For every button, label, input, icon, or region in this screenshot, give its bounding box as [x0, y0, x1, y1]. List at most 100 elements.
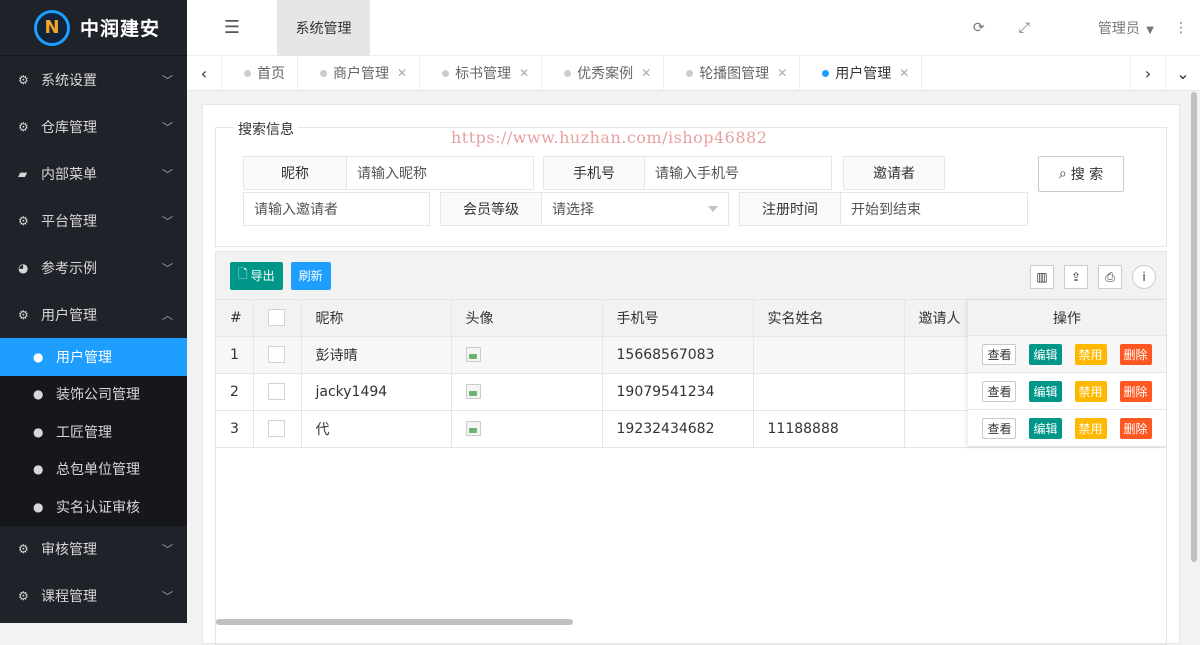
- disable-button[interactable]: 禁用: [1074, 343, 1107, 365]
- sidebar-subitem-realname-review[interactable]: ● 实名认证审核: [0, 488, 187, 526]
- edit-button[interactable]: 编辑: [1029, 417, 1062, 439]
- chevron-down-icon: ﹀: [162, 543, 173, 556]
- tab-users[interactable]: 用户管理 ✕: [800, 55, 923, 91]
- export-button[interactable]: 🗋 导出: [230, 261, 283, 290]
- user-icon: ●: [33, 387, 44, 402]
- sidebar: N 中润建安 ⚙ 系统设置 ﹀ ⚙ 仓库管理 ﹀ ▰ 内部菜单 ﹀ ⚙ 平台管理 ﹀ ◕ 参考示例…: [0, 0, 187, 623]
- cell-phone: 19079541234: [602, 373, 754, 411]
- export-table-icon[interactable]: ⇪: [1064, 265, 1088, 289]
- cell-avatar: [451, 336, 603, 374]
- logo-mark: N: [34, 9, 70, 46]
- file-icon: 🗋: [238, 267, 248, 281]
- sidebar-subitem-users[interactable]: ● 用户管理: [0, 338, 187, 376]
- columns-filter-icon[interactable]: ▥: [1030, 265, 1054, 289]
- disable-button[interactable]: 禁用: [1074, 380, 1107, 402]
- chevron-up-icon: ︿: [162, 308, 173, 322]
- nickname-input[interactable]: 请输入昵称: [347, 156, 534, 190]
- table-toolbar: 🗋 导出 刷新 ▥ ⇪ ⎙ i: [216, 252, 1166, 300]
- user-table-panel: 🗋 导出 刷新 ▥ ⇪ ⎙ i # 昵称 头像 手机号 实名姓名 邀请人 1 彭…: [215, 251, 1167, 645]
- close-icon[interactable]: ✕: [777, 66, 787, 80]
- nickname-label: 昵称: [243, 156, 347, 190]
- sidebar-item-courses[interactable]: ⚙ 课程管理 ﹀: [0, 573, 187, 620]
- user-icon: ●: [33, 499, 44, 514]
- sidebar-item-review[interactable]: ⚙ 审核管理 ﹀: [0, 526, 187, 573]
- phone-input[interactable]: 请输入手机号: [645, 156, 832, 190]
- menu-toggle-icon[interactable]: ☰: [187, 0, 277, 56]
- gears-icon: ⚙: [18, 307, 29, 322]
- tab-carousel[interactable]: 轮播图管理 ✕: [664, 55, 801, 91]
- tab-dot: [320, 69, 327, 77]
- horizontal-scrollbar[interactable]: [216, 619, 573, 625]
- col-phone: 手机号: [602, 300, 754, 337]
- tabs-scroll-left-icon[interactable]: ‹: [187, 55, 222, 91]
- cell-avatar: [451, 410, 603, 448]
- select-all-checkbox[interactable]: [267, 309, 285, 327]
- tabs-scroll-right-icon[interactable]: ›: [1130, 55, 1165, 91]
- cell-select: [253, 336, 302, 374]
- refresh-button[interactable]: 刷新: [290, 261, 331, 290]
- tab-home[interactable]: 首页: [222, 55, 298, 91]
- inviter-input[interactable]: 请输入邀请者: [243, 192, 430, 226]
- sidebar-item-internal-menu[interactable]: ▰ 内部菜单 ﹀: [0, 150, 187, 197]
- sidebar-item-platform[interactable]: ⚙ 平台管理 ﹀: [0, 197, 187, 244]
- sidebar-subitem-label: 装饰公司管理: [56, 387, 140, 404]
- delete-button[interactable]: 删除: [1119, 417, 1152, 439]
- tab-bids[interactable]: 标书管理 ✕: [420, 55, 543, 91]
- edit-button[interactable]: 编辑: [1029, 343, 1062, 365]
- close-icon[interactable]: ✕: [397, 66, 407, 80]
- view-button[interactable]: 查看: [982, 343, 1017, 365]
- user-menu[interactable]: 管理员 ▼: [1064, 18, 1154, 38]
- module-tab-system[interactable]: 系统管理: [277, 0, 370, 56]
- row-actions: 查看 编辑 禁用 删除: [968, 373, 1166, 410]
- inviter-label: 邀请者: [843, 156, 945, 190]
- caret-down-icon: [708, 206, 718, 212]
- chevron-down-icon: ﹀: [162, 214, 173, 228]
- sidebar-item-examples[interactable]: ◕ 参考示例 ﹀: [0, 244, 187, 291]
- row-checkbox[interactable]: [267, 420, 285, 437]
- row-checkbox[interactable]: [267, 346, 285, 363]
- fullscreen-icon[interactable]: ⤢: [1019, 20, 1030, 36]
- cell-nickname: 彭诗晴: [301, 336, 452, 374]
- sidebar-item-user-management[interactable]: ⚙ 用户管理 ︿: [0, 291, 187, 338]
- print-icon[interactable]: ⎙: [1098, 265, 1122, 289]
- sidebar-item-warehouse[interactable]: ⚙ 仓库管理 ﹀: [0, 103, 187, 150]
- sidebar-subitem-decoration-companies[interactable]: ● 装饰公司管理: [0, 376, 187, 414]
- view-button[interactable]: 查看: [982, 380, 1017, 402]
- cell-select: [253, 410, 302, 448]
- close-icon[interactable]: ✕: [899, 66, 909, 80]
- sidebar-item-label: 系统设置: [41, 72, 97, 89]
- close-icon[interactable]: ✕: [519, 66, 529, 80]
- sidebar-item-system-settings[interactable]: ⚙ 系统设置 ﹀: [0, 56, 187, 103]
- info-icon[interactable]: i: [1132, 265, 1156, 289]
- tab-cases[interactable]: 优秀案例 ✕: [542, 55, 665, 91]
- view-button[interactable]: 查看: [982, 417, 1017, 439]
- disable-button[interactable]: 禁用: [1074, 417, 1107, 439]
- sidebar-item-label: 参考示例: [41, 260, 97, 277]
- search-legend: 搜索信息: [234, 119, 298, 139]
- refresh-icon[interactable]: ⟳: [973, 20, 985, 36]
- logo[interactable]: N 中润建安: [0, 0, 187, 56]
- regtime-range-input[interactable]: 开始到结束: [841, 192, 1028, 226]
- sidebar-item-label: 用户管理: [41, 307, 97, 324]
- tab-merchants[interactable]: 商户管理 ✕: [298, 55, 421, 91]
- delete-button[interactable]: 删除: [1119, 380, 1152, 402]
- close-icon[interactable]: ✕: [641, 66, 651, 80]
- edit-button[interactable]: 编辑: [1029, 380, 1062, 402]
- sidebar-subitem-craftsmen[interactable]: ● 工匠管理: [0, 413, 187, 451]
- gears-icon: ⚙: [18, 589, 29, 603]
- more-vertical-icon[interactable]: ⋮: [1174, 20, 1188, 36]
- sidebar-item-label: 平台管理: [41, 213, 97, 230]
- sidebar-subitem-contractors[interactable]: ● 总包单位管理: [0, 451, 187, 489]
- tab-label: 优秀案例: [577, 66, 634, 82]
- row-checkbox[interactable]: [267, 383, 285, 400]
- level-select[interactable]: 请选择: [542, 192, 729, 226]
- tab-label: 标书管理: [455, 66, 512, 82]
- sidebar-subitem-label: 用户管理: [56, 349, 112, 366]
- search-button[interactable]: ⌕ 搜 索: [1038, 156, 1124, 192]
- delete-button[interactable]: 删除: [1119, 343, 1152, 365]
- tabs-dropdown-icon[interactable]: ⌄: [1165, 55, 1200, 91]
- vertical-scrollbar[interactable]: [1191, 92, 1197, 562]
- chevron-down-icon: ﹀: [162, 167, 173, 181]
- user-icon: ●: [33, 349, 44, 364]
- user-icon: ●: [33, 462, 44, 477]
